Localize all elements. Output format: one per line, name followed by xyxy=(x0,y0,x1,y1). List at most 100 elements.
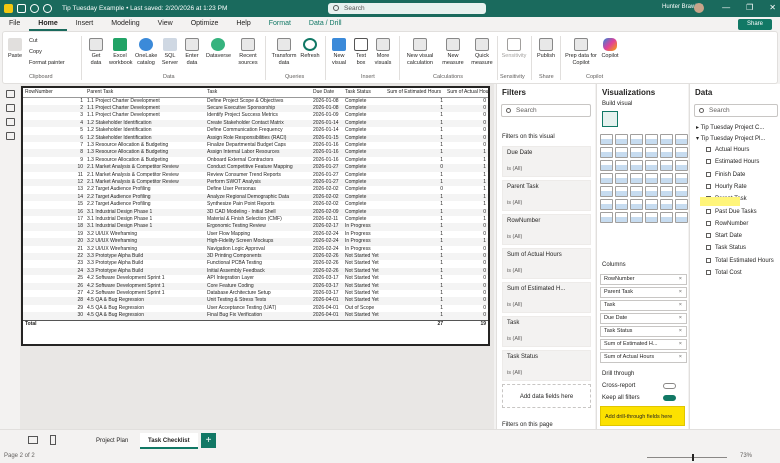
table-row[interactable]: 29 4.5 QA & Bug Regression User Acceptance… xyxy=(23,305,488,312)
table-row[interactable]: 19 3.2 UI/UX Wireframing User Flow Mapping… xyxy=(23,231,488,238)
close-icon[interactable]: × xyxy=(679,353,682,362)
table-visual[interactable]: RowNumber Parent Task Task Due Date Task… xyxy=(21,86,490,346)
visual-type-icon[interactable] xyxy=(645,173,658,184)
text-box-button[interactable]: Text box xyxy=(352,38,370,66)
copilot-button[interactable]: Copilot xyxy=(600,38,620,60)
visual-type-icon[interactable] xyxy=(645,160,658,171)
undo-icon[interactable] xyxy=(30,4,39,13)
checkbox-icon[interactable] xyxy=(706,270,711,275)
filter-card[interactable]: RowNumber is (All) xyxy=(502,214,591,245)
table-row[interactable]: 28 4.5 QA & Bug Regression Unit Testing & … xyxy=(23,297,488,305)
column-field-well[interactable]: Task × xyxy=(600,300,687,311)
menu-view[interactable]: View xyxy=(149,17,182,31)
desktop-layout-icon[interactable] xyxy=(28,436,38,444)
visual-type-icon[interactable] xyxy=(615,134,628,145)
table-row[interactable]: 26 4.2 Software Development Sprint 1 Core … xyxy=(23,282,488,291)
visual-type-icon[interactable] xyxy=(675,147,688,158)
table-row[interactable]: 5 1.2 Stakeholder Identification Define Co… xyxy=(23,127,488,134)
more-visuals-button[interactable]: More visuals xyxy=(373,38,393,66)
visual-type-icon[interactable] xyxy=(675,186,688,197)
data-field-item[interactable]: Finish Date xyxy=(706,171,745,178)
visual-type-icon[interactable] xyxy=(600,199,613,210)
onelake-catalog-button[interactable]: OneLake catalog xyxy=(135,38,157,66)
table-row[interactable]: 16 3.1 Industrial Design Phase 1 3D CAD Mo… xyxy=(23,208,488,216)
table-row[interactable]: 17 3.1 Industrial Design Phase 1 Material … xyxy=(23,216,488,223)
paste-button[interactable]: Paste xyxy=(6,38,24,60)
enter-data-button[interactable]: Enter data xyxy=(183,38,201,66)
zoom-slider-thumb[interactable] xyxy=(692,454,694,461)
table-row[interactable]: 14 2.2 Target Audience Profiling Analyze R… xyxy=(23,193,488,202)
menu-format[interactable]: Format xyxy=(260,17,300,31)
visual-type-icon[interactable] xyxy=(630,173,643,184)
close-icon[interactable]: × xyxy=(679,314,682,323)
checkbox-icon[interactable] xyxy=(706,233,711,239)
visual-type-icon[interactable] xyxy=(675,212,688,223)
col-header-parent-task[interactable]: Parent Task xyxy=(85,88,205,98)
filters-search[interactable]: Search xyxy=(501,104,591,117)
add-page-button[interactable]: + xyxy=(201,433,216,448)
table-row[interactable]: 2 1.1 Project Charter Development Secure E… xyxy=(23,104,488,113)
close-icon[interactable]: × xyxy=(679,340,682,349)
column-field-well[interactable]: RowNumber × xyxy=(600,274,687,285)
visual-type-icon[interactable] xyxy=(600,147,613,158)
visual-type-icon[interactable] xyxy=(675,160,688,171)
dataverse-button[interactable]: Dataverse xyxy=(206,38,231,60)
column-field-well[interactable]: Task Status × xyxy=(600,326,687,337)
close-icon[interactable]: × xyxy=(679,288,682,297)
col-header-due-date[interactable]: Due Date xyxy=(311,88,343,98)
cross-report-toggle[interactable] xyxy=(663,383,676,389)
checkbox-icon[interactable] xyxy=(706,147,711,152)
menu-help[interactable]: Help xyxy=(227,17,259,31)
copy-button[interactable]: Copy xyxy=(29,49,42,56)
col-header-est-hours[interactable]: Sum of Estimated Hours xyxy=(385,88,445,98)
filters-add-fields[interactable]: Add data fields here xyxy=(502,384,591,408)
table-row[interactable]: 22 3.3 Prototype Alpha Build 3D Printing C… xyxy=(23,253,488,261)
menu-home[interactable]: Home xyxy=(29,17,67,31)
visual-type-icon[interactable] xyxy=(600,134,613,145)
table-row[interactable]: 15 2.2 Target Audience Profiling Synthesiz… xyxy=(23,201,488,208)
data-field-item[interactable]: Total Cost xyxy=(706,270,742,276)
table-row[interactable]: 11 2.1 Market Analysis & Competitor Revie… xyxy=(23,172,488,179)
visual-type-icon[interactable] xyxy=(615,147,628,158)
refresh-button[interactable]: Refresh xyxy=(300,38,320,60)
publish-button[interactable]: Publish xyxy=(535,38,557,60)
redo-icon[interactable] xyxy=(43,4,52,13)
column-field-well[interactable]: Sum of Actual Hours × xyxy=(600,352,687,363)
table-row[interactable]: 10 2.1 Market Analysis & Competitor Revie… xyxy=(23,164,488,172)
filter-card[interactable]: Parent Task is (All) xyxy=(502,180,591,211)
data-search[interactable]: Search xyxy=(694,104,778,117)
visual-type-icon[interactable] xyxy=(615,160,628,171)
data-field-item[interactable]: Estimated Hours xyxy=(706,159,759,165)
data-field-item[interactable]: Total Estimated Hours xyxy=(706,257,774,264)
table-row[interactable]: 30 4.5 QA & Bug Regression Final Bug Fix V… xyxy=(23,312,488,321)
get-data-button[interactable]: Get data xyxy=(86,38,106,66)
visual-type-icon[interactable] xyxy=(600,173,613,184)
close-icon[interactable]: × xyxy=(679,275,682,284)
mobile-layout-icon[interactable] xyxy=(50,435,56,445)
table-row[interactable]: 12 2.1 Market Analysis & Competitor Revie… xyxy=(23,178,488,187)
excel-workbook-button[interactable]: Excel workbook xyxy=(109,38,133,66)
tab-task-checklist[interactable]: Task Checklist xyxy=(140,433,198,449)
visual-type-icon[interactable] xyxy=(660,173,673,184)
visual-type-icon[interactable] xyxy=(615,212,628,223)
menu-file[interactable]: File xyxy=(0,17,29,31)
visual-type-icon[interactable] xyxy=(660,147,673,158)
visual-type-icon[interactable] xyxy=(600,186,613,197)
visual-type-icon[interactable] xyxy=(600,160,613,171)
menu-data-drill[interactable]: Data / Drill xyxy=(300,17,351,31)
transform-data-button[interactable]: Transform data xyxy=(271,38,297,66)
checkbox-icon[interactable] xyxy=(706,220,711,226)
table-row[interactable]: 20 3.2 UI/UX Wireframing High-Fidelity Scr… xyxy=(23,238,488,246)
filter-card[interactable]: Task is (All) xyxy=(502,316,591,347)
table-row[interactable]: 6 1.2 Stakeholder Identification Assign Ro… xyxy=(23,134,488,142)
cut-button[interactable]: Cut xyxy=(29,38,38,45)
visual-type-icon[interactable] xyxy=(660,160,673,171)
visual-type-icon[interactable] xyxy=(615,199,628,210)
visual-type-icon[interactable] xyxy=(630,199,643,210)
col-header-task-status[interactable]: Task Status xyxy=(343,88,385,98)
keep-filters-toggle[interactable] xyxy=(663,395,676,401)
checkbox-icon[interactable] xyxy=(706,245,711,251)
table-row[interactable]: 23 3.3 Prototype Alpha Build Functional PC… xyxy=(23,260,488,267)
checkbox-icon[interactable] xyxy=(706,171,711,177)
visual-type-icon[interactable] xyxy=(645,212,658,223)
